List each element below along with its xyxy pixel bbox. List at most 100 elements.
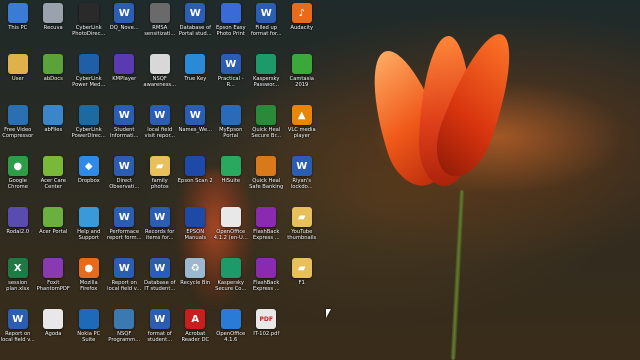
shortcut-label: Dropbox <box>77 178 100 184</box>
desktop-shortcut[interactable]: Camtasia 2019 <box>284 51 320 102</box>
abdocs-icon <box>43 54 64 74</box>
desktop-shortcut[interactable]: User <box>0 51 36 102</box>
desktop-shortcut[interactable]: Acer Care Center <box>36 153 72 204</box>
desktop-shortcut[interactable]: MyEpson Portal <box>213 102 249 153</box>
desktop-shortcut[interactable]: A Acrobat Reader DC <box>178 306 214 357</box>
shortcut-label: Report on local field v... <box>0 331 35 344</box>
desktop-shortcut[interactable]: ▲ VLC media player <box>284 102 320 153</box>
desktop-shortcut[interactable]: OpenOffice 4.1.2 (en-U... <box>213 204 249 255</box>
word-doc-icon: W <box>149 258 170 278</box>
desktop-shortcut[interactable]: Agoda <box>36 306 72 357</box>
powerdirector-icon <box>78 105 99 125</box>
shortcut-label: Names_We... <box>178 127 213 133</box>
pdf-icon: PDF <box>256 309 277 329</box>
kmplayer-icon <box>114 54 135 74</box>
shortcut-label: CyberLink Power Med... <box>72 76 106 89</box>
photodirector-icon <box>78 3 99 23</box>
acer-portal-icon <box>43 207 64 227</box>
desktop-shortcut[interactable]: Quick Heal Secure Br... <box>249 102 285 153</box>
desktop-shortcut[interactable]: ▰ YouTube thumbnails <box>284 204 320 255</box>
desktop-shortcut[interactable]: Foxit PhantomPDF <box>36 255 72 306</box>
shortcut-label: OpenOffice 4.1.6 <box>216 331 246 344</box>
desktop-shortcut[interactable]: ♻ Recycle Bin <box>178 255 214 306</box>
desktop-shortcut[interactable]: Wformat of student... <box>142 306 178 357</box>
desktop-shortcut[interactable]: KMPlayer <box>107 51 143 102</box>
shortcut-label: Recuva <box>43 25 63 31</box>
shortcut-label: format of student... <box>147 331 173 344</box>
desktop-shortcut[interactable]: True Key <box>178 51 214 102</box>
desktop-shortcut[interactable]: FlashBack Express ... <box>249 204 285 255</box>
desktop-shortcut[interactable]: RMSA sensitizati... <box>142 0 178 51</box>
desktop-shortcut[interactable]: Epson Easy Photo Print <box>213 0 249 51</box>
desktop-shortcut[interactable]: Rodal2.0 <box>0 204 36 255</box>
desktop-shortcut[interactable]: Acer Portal <box>36 204 72 255</box>
desktop-shortcut[interactable]: PDF IT-102.pdf <box>249 306 285 357</box>
desktop-shortcut[interactable]: W Database of IT student... <box>142 255 178 306</box>
desktop-shortcut[interactable]: CyberLink PhotoDirec... <box>71 0 107 51</box>
desktop-shortcut[interactable]: Wlocal field visit repor... <box>142 102 178 153</box>
shortcut-label: Riyan's lockdo... <box>290 178 313 191</box>
shortcut-label: User <box>11 76 24 82</box>
shortcut-label: Nokia PC Suite <box>77 331 101 344</box>
desktop-shortcut[interactable]: HiSuite <box>213 153 249 204</box>
desktop-shortcut[interactable]: abDocs <box>36 51 72 102</box>
openoffice-icon <box>220 207 241 227</box>
desktop-shortcut[interactable]: Free Video Compressor <box>0 102 36 153</box>
desktop-shortcut[interactable]: ▰ F1 <box>284 255 320 306</box>
desktop-shortcut[interactable]: ◆ Dropbox <box>71 153 107 204</box>
desktop-shortcut[interactable]: W Database of Portal stud... <box>178 0 214 51</box>
desktop-shortcut[interactable]: W Performace report form... <box>107 204 143 255</box>
shortcut-label: This PC <box>8 25 28 31</box>
shortcut-label: Audacity <box>290 25 314 31</box>
desktop-shortcut[interactable]: Epson Scan 2 <box>178 153 214 204</box>
desktop-shortcut[interactable]: Quick Heal Safe Banking <box>249 153 285 204</box>
file-icon <box>149 54 170 74</box>
desktop-shortcut[interactable]: Kaspersky Secure Co... <box>213 255 249 306</box>
shortcut-label: family photos <box>150 178 169 191</box>
desktop-shortcut[interactable]: ● Mozilla Firefox <box>71 255 107 306</box>
desktop-shortcut[interactable]: FlashBack Express ... <box>249 255 285 306</box>
flashback-icon <box>256 207 277 227</box>
desktop-shortcut[interactable]: ♪ Audacity <box>284 0 320 51</box>
desktop-shortcut[interactable]: W Names_We... <box>178 102 214 153</box>
desktop-shortcut[interactable]: ● Google Chrome <box>0 153 36 204</box>
desktop-shortcut[interactable]: Recuva <box>36 0 72 51</box>
desktop-shortcut[interactable]: Help and Support <box>71 204 107 255</box>
desktop-shortcut[interactable]: ▰ family photos <box>142 153 178 204</box>
desktop-shortcut[interactable]: W Practical - R... <box>213 51 249 102</box>
desktop-shortcut[interactable]: NSQF awareness... <box>142 51 178 102</box>
shortcut-label: Practical - R... <box>217 76 244 89</box>
shortcut-label: Report on local field v... <box>107 280 142 293</box>
shortcut-label: Direct Observati... <box>109 178 140 191</box>
desktop-shortcut[interactable]: W Report on local field v... <box>107 255 143 306</box>
word-doc-icon: W <box>114 207 135 227</box>
shortcut-label: F1 <box>298 280 305 286</box>
desktop-shortcut[interactable]: Nokia PC Suite <box>71 306 107 357</box>
desktop-shortcut[interactable]: Xsession plan.xlsx <box>0 255 36 306</box>
word-doc-icon: W <box>114 156 135 176</box>
desktop-shortcut[interactable]: Kaspersky Passwor... <box>249 51 285 102</box>
word-doc-icon: W <box>185 105 206 125</box>
desktop-shortcut[interactable]: This PC <box>0 0 36 51</box>
nsqf-icon <box>114 309 135 329</box>
desktop-shortcut[interactable]: OpenOffice 4.1.6 <box>213 306 249 357</box>
desktop-shortcut[interactable]: CyberLink PowerDirec... <box>71 102 107 153</box>
shortcut-label: Epson Scan 2 <box>177 178 213 184</box>
shortcut-label: Quick Heal Safe Banking <box>249 178 284 191</box>
kaspersky-icon <box>220 258 241 278</box>
desktop-shortcut[interactable]: abFiles <box>36 102 72 153</box>
desktop-shortcut[interactable]: W Records for items for... <box>142 204 178 255</box>
shortcut-label: Database of Portal stud... <box>178 25 212 38</box>
desktop-shortcut[interactable]: W Riyan's lockdo... <box>284 153 320 204</box>
help-icon <box>78 207 99 227</box>
shortcut-label: KMPlayer <box>112 76 137 82</box>
desktop-shortcut[interactable]: W Report on local field v... <box>0 306 36 357</box>
desktop-shortcut[interactable]: W Filled up format for... <box>249 0 285 51</box>
desktop-shortcut[interactable]: W DQ_Nove... <box>107 0 143 51</box>
desktop-shortcut[interactable]: W Student Informati... <box>107 102 143 153</box>
desktop-shortcut[interactable]: CyberLink Power Med... <box>71 51 107 102</box>
quickheal-icon <box>256 105 277 125</box>
desktop-shortcut[interactable]: EPSON Manuals <box>178 204 214 255</box>
desktop-shortcut[interactable]: W Direct Observati... <box>107 153 143 204</box>
desktop-shortcut[interactable]: NSQF Programm... <box>107 306 143 357</box>
